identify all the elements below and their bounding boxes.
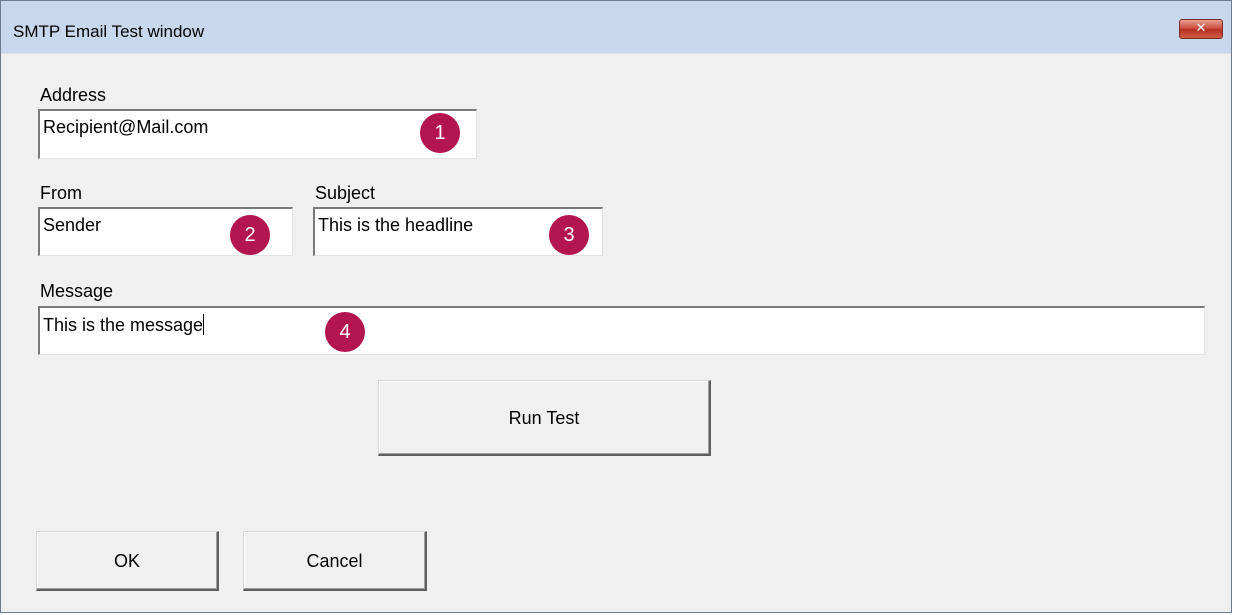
title-bar: SMTP Email Test window ✕ xyxy=(1,1,1231,54)
callout-badge-2: 2 xyxy=(230,215,270,255)
text-caret xyxy=(203,314,205,335)
address-label: Address xyxy=(40,85,107,105)
subject-value: This is the headline xyxy=(318,215,474,235)
callout-badge-4: 4 xyxy=(325,312,365,352)
close-icon: ✕ xyxy=(1195,21,1207,36)
callout-badge-3: 3 xyxy=(549,215,589,255)
message-label: Message xyxy=(40,281,114,301)
from-label: From xyxy=(40,183,82,203)
message-value: This is the message xyxy=(43,315,204,335)
ok-label: OK xyxy=(113,551,140,571)
callout-badge-1: 1 xyxy=(420,113,460,153)
close-button[interactable]: ✕ xyxy=(1179,19,1223,39)
window-title: SMTP Email Test window xyxy=(13,22,205,41)
address-input[interactable]: Recipient@Mail.com xyxy=(38,109,477,159)
subject-label: Subject xyxy=(315,183,376,203)
smtp-email-test-window: SMTP Email Test window ✕ Address Recipie… xyxy=(0,0,1232,613)
cancel-label: Cancel xyxy=(306,551,363,571)
message-input[interactable]: This is the message xyxy=(38,306,1205,355)
ok-button[interactable]: OK xyxy=(36,531,219,591)
address-value: Recipient@Mail.com xyxy=(43,117,209,137)
from-value: Sender xyxy=(43,215,102,235)
run-test-label: Run Test xyxy=(508,408,580,428)
cancel-button[interactable]: Cancel xyxy=(243,531,427,591)
run-test-button[interactable]: Run Test xyxy=(378,380,711,456)
